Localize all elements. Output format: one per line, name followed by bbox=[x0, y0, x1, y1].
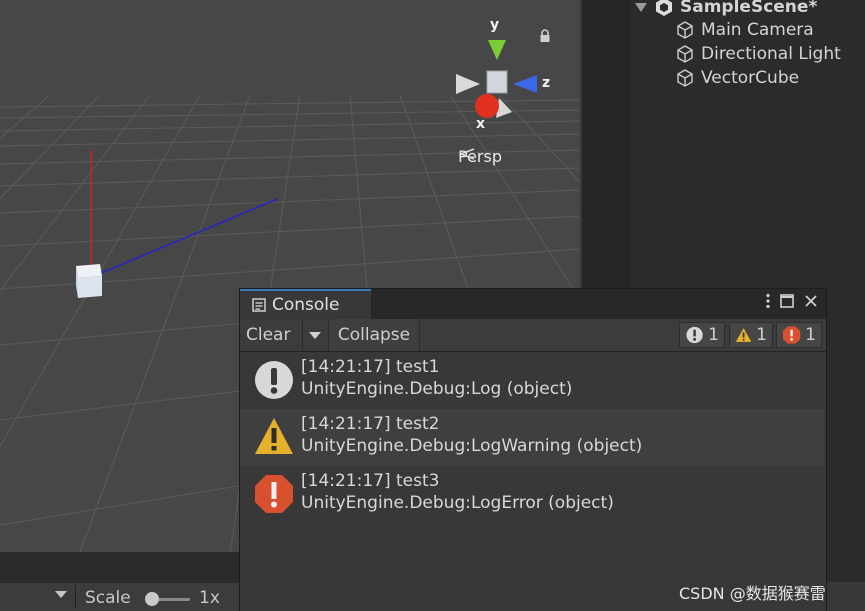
clear-button[interactable]: Clear bbox=[242, 319, 294, 351]
scale-value: 1x bbox=[199, 588, 220, 608]
warning-icon bbox=[255, 418, 293, 454]
warning-count: 1 bbox=[756, 325, 767, 345]
gizmo-z-label: z bbox=[542, 75, 551, 91]
gizmo-x-label: x bbox=[476, 116, 486, 132]
projection-toggle[interactable]: Persp bbox=[458, 147, 502, 166]
game-view-toolbar: Scale 1x bbox=[0, 582, 240, 611]
scene-root-item[interactable]: SampleScene* bbox=[634, 0, 817, 19]
chevron-down-icon[interactable] bbox=[55, 591, 67, 598]
toolbar-separator bbox=[75, 585, 76, 609]
console-window: Console Clear Collapse 1 1 1 [14:21:17] … bbox=[239, 288, 827, 611]
hierarchy-item-label: Directional Light bbox=[701, 44, 841, 64]
console-icon bbox=[252, 298, 266, 312]
hierarchy-item-label: Main Camera bbox=[701, 20, 814, 40]
error-filter-toggle[interactable]: 1 bbox=[776, 322, 822, 348]
tab-console[interactable]: Console bbox=[240, 289, 371, 319]
log-entry[interactable]: [14:21:17] test3 UnityEngine.Debug:LogEr… bbox=[240, 466, 824, 523]
log-count: 1 bbox=[708, 325, 719, 345]
gizmo-y-label: y bbox=[490, 17, 500, 33]
window-actions bbox=[766, 293, 818, 309]
maximize-icon[interactable] bbox=[780, 294, 794, 308]
blue-vector-line bbox=[91, 198, 278, 278]
more-options-icon[interactable] bbox=[766, 293, 770, 309]
hierarchy-item-main-camera[interactable]: Main Camera bbox=[675, 18, 814, 42]
orientation-gizmo[interactable] bbox=[456, 40, 537, 118]
console-toolbar: Clear Collapse 1 1 1 bbox=[240, 319, 826, 352]
scale-label: Scale bbox=[85, 588, 131, 608]
log-filter-toggle[interactable]: 1 bbox=[679, 322, 725, 348]
close-icon[interactable] bbox=[804, 294, 818, 308]
gameobject-cube-icon bbox=[677, 45, 693, 63]
log-entry-stacktrace: UnityEngine.Debug:Log (object) bbox=[301, 379, 573, 399]
log-entry[interactable]: [14:21:17] test1 UnityEngine.Debug:Log (… bbox=[240, 352, 824, 409]
warning-filter-toggle[interactable]: 1 bbox=[729, 322, 773, 348]
scene-name: SampleScene* bbox=[680, 0, 818, 17]
log-entry-message: [14:21:17] test3 bbox=[301, 471, 440, 491]
hierarchy-item-vectorcube[interactable]: VectorCube bbox=[675, 66, 799, 90]
log-entry-message: [14:21:17] test2 bbox=[301, 414, 440, 434]
perspective-icon bbox=[458, 148, 475, 160]
gameobject-cube-icon bbox=[677, 69, 693, 87]
clear-options-dropdown[interactable] bbox=[302, 319, 326, 351]
scale-slider-knob[interactable] bbox=[145, 592, 159, 606]
gameobject-cube-icon bbox=[677, 21, 693, 39]
warning-icon bbox=[735, 328, 752, 342]
unity-scene-icon bbox=[656, 0, 672, 16]
vector-cube[interactable] bbox=[76, 264, 102, 298]
error-count: 1 bbox=[805, 325, 816, 345]
tab-label: Console bbox=[272, 295, 340, 315]
expand-arrow-icon[interactable] bbox=[634, 1, 648, 13]
info-icon bbox=[686, 326, 703, 344]
info-icon bbox=[255, 361, 293, 399]
watermark: CSDN @数据猴赛雷 bbox=[679, 584, 826, 603]
chevron-down-icon bbox=[308, 331, 321, 339]
log-entry-message: [14:21:17] test1 bbox=[301, 357, 440, 377]
log-entry-stacktrace: UnityEngine.Debug:LogWarning (object) bbox=[301, 436, 643, 456]
error-icon bbox=[782, 326, 801, 344]
hierarchy-item-label: VectorCube bbox=[701, 68, 800, 88]
hierarchy-item-directional-light[interactable]: Directional Light bbox=[675, 42, 841, 66]
error-icon bbox=[255, 475, 293, 513]
console-tab-bar: Console bbox=[240, 289, 826, 319]
log-entry-stacktrace: UnityEngine.Debug:LogError (object) bbox=[301, 493, 614, 513]
log-entry[interactable]: [14:21:17] test2 UnityEngine.Debug:LogWa… bbox=[240, 409, 824, 466]
collapse-button[interactable]: Collapse bbox=[328, 319, 420, 351]
